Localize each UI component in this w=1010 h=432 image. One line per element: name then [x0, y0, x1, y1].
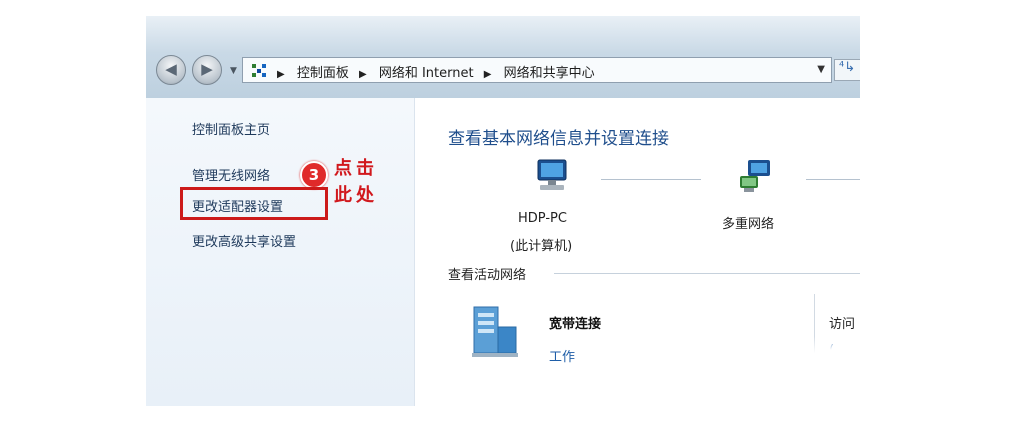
address-bar[interactable]: ▶ 控制面板 ▶ 网络和 Internet ▶ 网络和共享中心 ▼ — [242, 57, 832, 83]
link-manage-wireless[interactable]: 管理无线网络 — [192, 165, 270, 184]
left-pane — [146, 98, 415, 406]
map-connector-line — [806, 179, 860, 180]
window: ◀ ▶ ▼ ▶ 控制面板 ▶ 网络和 Internet ▶ 网络和共享中心 ▼ … — [146, 16, 860, 406]
breadcrumb-network-internet[interactable]: 网络和 Internet — [379, 66, 474, 81]
active-networks-heading: 查看活动网络 — [448, 268, 527, 283]
breadcrumb-arrow-icon[interactable]: ▶ — [359, 69, 367, 80]
link-control-panel-home[interactable]: 控制面板主页 — [192, 119, 270, 138]
connection-type-link[interactable]: 工作 — [549, 346, 575, 365]
watermark-blur — [796, 336, 856, 396]
broadband-connection-icon — [472, 306, 518, 357]
breadcrumb-control-panel[interactable]: 控制面板 — [297, 66, 349, 81]
watermark-blur — [584, 331, 664, 391]
network-name: 多重网络 — [722, 217, 775, 232]
access-type-label: 访问 — [829, 317, 856, 332]
link-advanced-sharing[interactable]: 更改高级共享设置 — [192, 231, 296, 250]
computer-icon[interactable] — [532, 158, 572, 198]
chevron-down-icon[interactable]: ▼ — [230, 66, 237, 76]
computer-sub: (此计算机) — [510, 239, 573, 254]
back-arrow-icon[interactable]: ◀ — [156, 55, 186, 85]
multiple-networks-icon[interactable] — [738, 158, 778, 198]
page-title: 查看基本网络信息并设置连接 — [448, 129, 669, 149]
annotation-line-2: 此处 — [334, 185, 378, 206]
network-folder-icon — [252, 64, 266, 77]
forward-arrow-icon[interactable]: ▶ — [192, 55, 222, 85]
annotation-line-1: 点击 — [334, 158, 378, 179]
window-chrome: ◀ ▶ ▼ ▶ 控制面板 ▶ 网络和 Internet ▶ 网络和共享中心 ▼ … — [146, 16, 860, 98]
breadcrumb-arrow-icon[interactable]: ▶ — [277, 69, 285, 80]
step-badge: 3 — [300, 161, 328, 189]
address-dropdown-icon[interactable]: ▼ — [817, 64, 825, 75]
map-connector-line — [601, 179, 701, 180]
refresh-button[interactable]: ⁴↳ — [834, 59, 860, 81]
link-change-adapter-settings[interactable]: 更改适配器设置 — [192, 196, 283, 215]
connection-name: 宽带连接 — [549, 317, 602, 332]
breadcrumb: ▶ 控制面板 ▶ 网络和 Internet ▶ 网络和共享中心 — [277, 62, 601, 81]
section-divider — [554, 273, 860, 274]
breadcrumb-sharing-center[interactable]: 网络和共享中心 — [504, 66, 595, 81]
breadcrumb-arrow-icon[interactable]: ▶ — [484, 69, 492, 80]
computer-name: HDP-PC — [518, 211, 567, 226]
